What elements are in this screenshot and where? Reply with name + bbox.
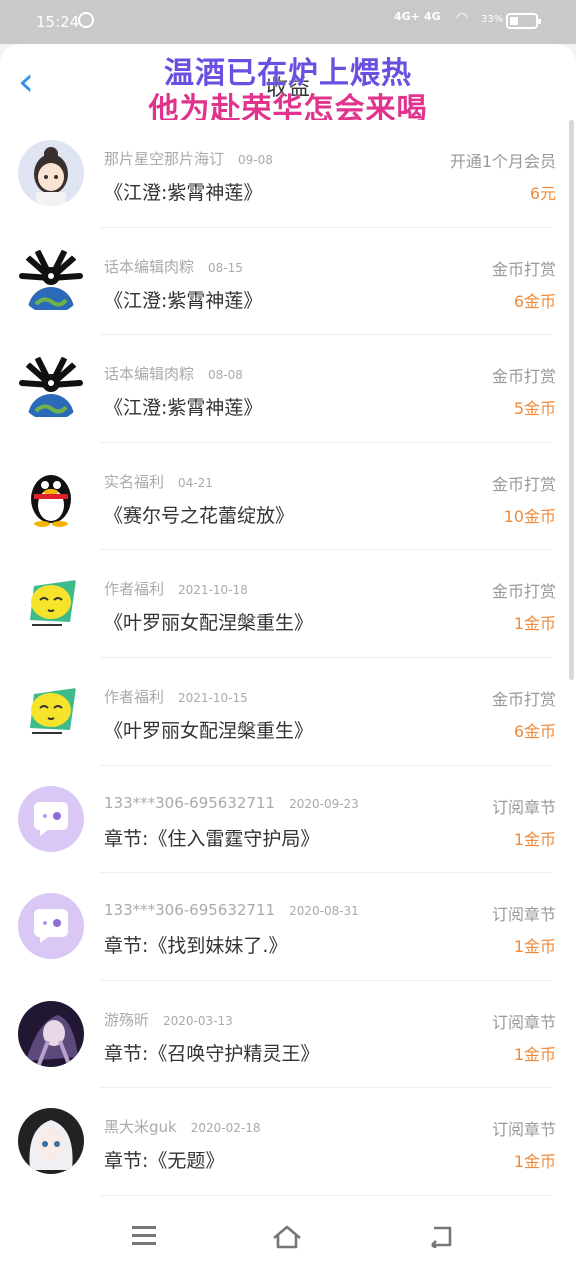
wifi-icon: ◠	[456, 10, 469, 26]
earning-type: 开通1个月会员	[449, 152, 556, 171]
back-nav-icon[interactable]	[428, 1224, 454, 1248]
earning-amount: 6金币	[513, 721, 556, 741]
record-meta: 作者福利 2021-10-18	[104, 578, 248, 599]
user-name: 话本编辑肉粽	[104, 365, 195, 384]
earning-amount: 1金币	[513, 614, 556, 634]
book-title: 《江澄:紫霄神莲》	[104, 182, 263, 204]
record-date: 2020-02-18	[190, 1121, 261, 1136]
book-title: 《叶罗丽女配涅槃重生》	[104, 612, 314, 635]
status-time: 15:24	[36, 13, 80, 31]
earning-type: 金币打赏	[491, 474, 556, 494]
anime-avatar[interactable]	[18, 1000, 84, 1067]
record-meta: 133***306-695632711 2020-09-23	[104, 794, 359, 812]
record-date: 2020-09-23	[289, 796, 359, 811]
record-meta: 黑大米guk 2020-02-18	[104, 1116, 260, 1137]
earning-amount: 1金币	[513, 937, 556, 957]
battery-icon	[506, 13, 541, 29]
user-name: 话本编辑肉粽	[104, 257, 195, 276]
earning-record-row[interactable]: 133***306-695632711 2020-09-23 章节:《住入雷霆守护局…	[0, 766, 576, 874]
white-hair-avatar[interactable]	[18, 1108, 84, 1175]
penguin-avatar[interactable]	[18, 462, 84, 529]
chat-avatar[interactable]	[18, 893, 84, 960]
earning-record-row[interactable]: 133***306-695632711 2020-08-31 章节:《找到妹妹了.》…	[0, 873, 576, 981]
earning-record-row[interactable]: 作者福利 2021-10-18 《叶罗丽女配涅槃重生》 金币打赏 1金币	[0, 550, 576, 658]
recents-menu-icon[interactable]	[132, 1226, 156, 1246]
book-title: 《江澄:紫霄神莲》	[104, 397, 263, 420]
record-meta: 话本编辑肉粽 08-15	[104, 256, 243, 277]
user-name: 133***306-695632711	[104, 793, 276, 812]
signal-4g-icon: 4G	[424, 10, 441, 23]
record-date: 2021-10-15	[178, 690, 248, 705]
earning-type: 订阅章节	[491, 797, 556, 817]
earning-amount: 1金币	[513, 1152, 556, 1172]
earning-type: 金币打赏	[491, 582, 556, 602]
user-name: 游殇昕	[104, 1010, 150, 1029]
record-date: 2020-08-31	[289, 904, 359, 919]
emoji-avatar[interactable]	[18, 570, 84, 637]
user-name: 133***306-695632711	[104, 901, 276, 920]
user-name: 实名福利	[104, 472, 165, 491]
record-meta: 实名福利 04-21	[104, 471, 213, 492]
earning-type: 金币打赏	[491, 367, 556, 387]
earning-amount: 6元	[529, 184, 556, 203]
book-title: 章节:《召唤守护精灵王》	[104, 1042, 320, 1065]
earning-amount: 10金币	[503, 506, 556, 526]
earning-record-row[interactable]: 黑大米guk 2020-02-18 章节:《无题》 订阅章节 1金币	[0, 1088, 576, 1196]
battery-percent: 33%	[481, 14, 504, 25]
record-date: 08-08	[208, 368, 243, 383]
earning-type: 订阅章节	[491, 1012, 556, 1032]
book-title: 《叶罗丽女配涅槃重生》	[104, 719, 314, 742]
record-meta: 那片星空那片海订 09-08	[104, 148, 273, 169]
chat-avatar[interactable]	[18, 785, 84, 852]
earning-amount: 1金币	[513, 1044, 556, 1064]
book-title: 章节:《无题》	[104, 1150, 225, 1173]
record-date: 04-21	[178, 475, 213, 490]
book-title: 《江澄:紫霄神莲》	[104, 289, 263, 312]
user-name: 黑大米guk	[104, 1118, 177, 1137]
earning-type: 订阅章节	[491, 1120, 556, 1140]
earth-avatar[interactable]	[18, 247, 84, 314]
earning-type: 订阅章节	[491, 905, 556, 925]
record-date: 09-08	[238, 153, 273, 167]
earning-record-row[interactable]: 话本编辑肉粽 08-08 《江澄:紫霄神莲》 金币打赏 5金币	[0, 335, 576, 443]
record-meta: 133***306-695632711 2020-08-31	[104, 901, 359, 919]
user-name: 作者福利	[104, 580, 165, 599]
earnings-list: 那片星空那片海订 09-08 《江澄:紫霄神莲》 开通1个月会员 6元话本编辑肉粽 08-…	[0, 120, 576, 1196]
emoji-avatar[interactable]	[18, 677, 84, 744]
user-name: 作者福利	[104, 687, 165, 706]
system-nav-bar	[0, 1196, 576, 1280]
earning-amount: 1金币	[513, 829, 556, 849]
earning-amount: 5金币	[513, 399, 556, 419]
status-bar: 15:24 4G+ 4G ◠ 33%	[0, 0, 576, 44]
record-meta: 话本编辑肉粽 08-08	[104, 363, 243, 384]
earning-amount: 6金币	[513, 291, 556, 311]
record-meta: 游殇昕 2020-03-13	[104, 1009, 233, 1030]
earning-record-row[interactable]: 那片星空那片海订 09-08 《江澄:紫霄神莲》 开通1个月会员 6元	[0, 120, 576, 228]
book-title: 章节:《找到妹妹了.》	[104, 935, 288, 958]
earth-avatar[interactable]	[18, 355, 84, 422]
header: ‹ 收益 温酒已在炉上煨热 他为赴荣华怎会来喝	[0, 44, 576, 127]
earning-record-row[interactable]: 实名福利 04-21 《赛尔号之花蕾绽放》 金币打赏 10金币	[0, 443, 576, 551]
signal-4g-plus-icon: 4G+	[394, 10, 420, 23]
earning-record-row[interactable]: 话本编辑肉粽 08-15 《江澄:紫霄神莲》 金币打赏 6金币	[0, 228, 576, 336]
earning-type: 金币打赏	[491, 689, 556, 709]
earning-type: 金币打赏	[491, 259, 556, 279]
record-meta: 作者福利 2021-10-15	[104, 686, 248, 707]
earning-record-row[interactable]: 游殇昕 2020-03-13 章节:《召唤守护精灵王》 订阅章节 1金币	[0, 981, 576, 1089]
scrollbar[interactable]	[569, 120, 574, 680]
book-title: 章节:《住入雷霆守护局》	[104, 827, 320, 850]
user-name: 那片星空那片海订	[104, 150, 225, 168]
home-icon[interactable]	[272, 1224, 302, 1250]
record-date: 2021-10-18	[178, 583, 248, 598]
record-date: 08-15	[208, 260, 243, 275]
alarm-icon	[78, 12, 94, 28]
earning-record-row[interactable]: 作者福利 2021-10-15 《叶罗丽女配涅槃重生》 金币打赏 6金币	[0, 658, 576, 766]
book-title: 《赛尔号之花蕾绽放》	[104, 504, 295, 527]
record-date: 2020-03-13	[163, 1013, 233, 1028]
girl-avatar[interactable]	[18, 140, 84, 206]
